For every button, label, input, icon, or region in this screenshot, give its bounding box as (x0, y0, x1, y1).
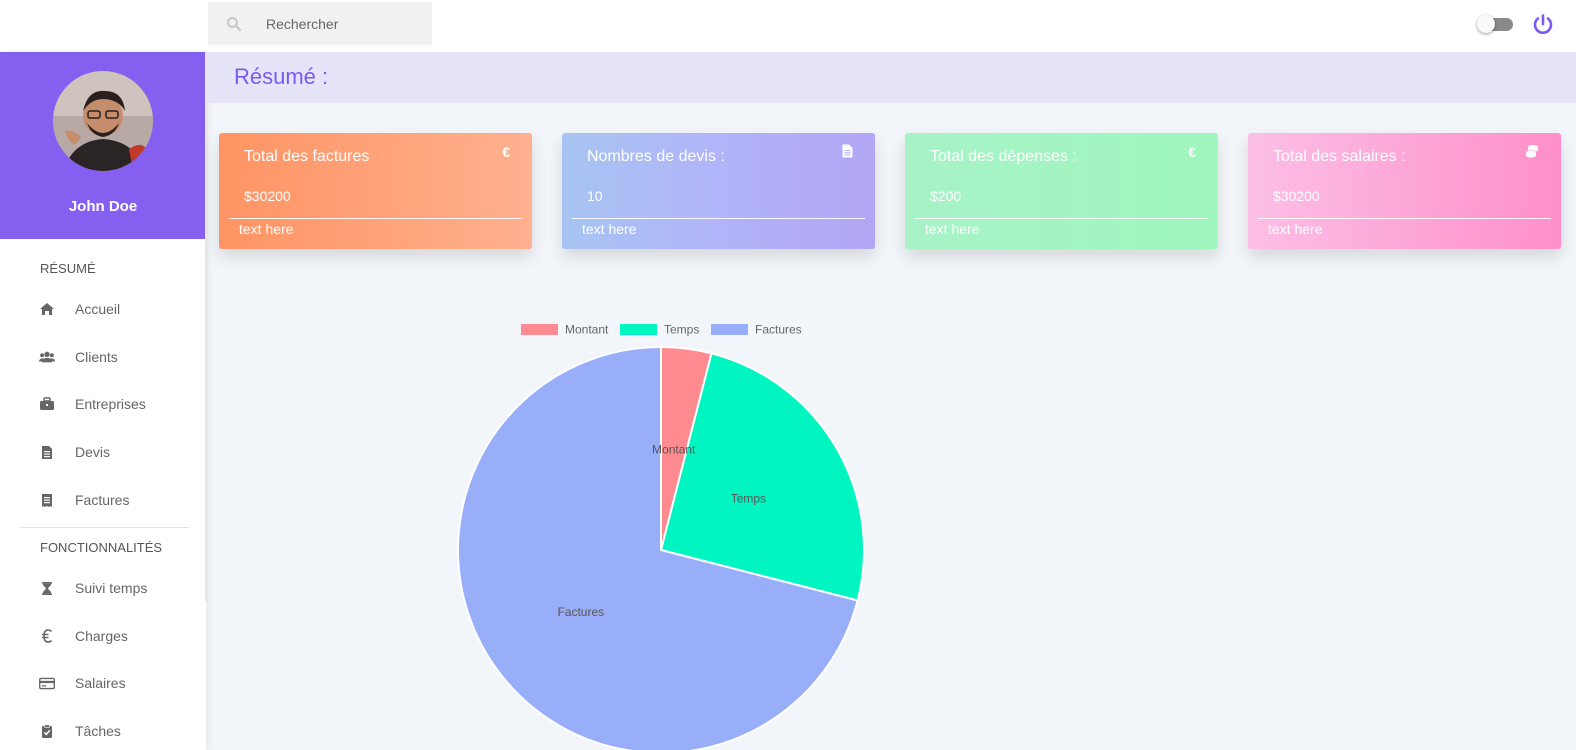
toggle-knob (1477, 15, 1495, 33)
pie-chart-svg: Montant Temps Factures Montant Temps Factures (457, 323, 865, 750)
receipt-icon (39, 492, 55, 508)
document-icon (39, 444, 55, 460)
sidebar-item-taches[interactable]: Tâches (0, 711, 206, 750)
euro-icon: € (1188, 144, 1196, 160)
sidebar-item-label: Charges (75, 628, 128, 644)
search-input[interactable] (266, 15, 416, 32)
briefcase-icon (39, 396, 55, 412)
card-value: $200 (930, 188, 962, 204)
sidebar-item-label: Tâches (75, 723, 121, 739)
sidebar-item-label: Entreprises (75, 396, 146, 412)
sidebar-item-devis[interactable]: Devis (0, 432, 206, 472)
top-bar (0, 0, 1576, 52)
slice-label-factures: Factures (557, 605, 604, 619)
card-footer: text here (239, 221, 294, 237)
card-total-depenses[interactable]: Total des dépenses : € $200 text here (905, 133, 1218, 249)
search-box[interactable] (208, 2, 432, 45)
card-footer: text here (1268, 221, 1323, 237)
card-title: Total des salaires : (1273, 148, 1406, 165)
search-icon (226, 16, 242, 32)
hourglass-icon (39, 580, 55, 596)
card-footer: text here (582, 221, 637, 237)
sidebar-item-salaires[interactable]: Salaires (0, 663, 206, 703)
slice-label-temps: Temps (731, 491, 766, 505)
slice-label-montant: Montant (652, 442, 696, 456)
sidebar-item-label: Clients (75, 349, 118, 365)
credit-card-icon (39, 675, 55, 691)
summary-header: Résumé : (206, 52, 1576, 103)
sidebar-item-accueil[interactable]: Accueil (0, 289, 206, 329)
sidebar-divider (20, 527, 189, 528)
section-fonctionnalites-title: FONCTIONNALITÉS (40, 540, 163, 555)
euro-icon: € (502, 144, 510, 160)
card-divider (915, 218, 1208, 219)
user-name: John Doe (68, 198, 138, 215)
sidebar-item-entreprises[interactable]: Entreprises (0, 384, 206, 424)
theme-toggle[interactable] (1477, 15, 1513, 33)
card-divider (572, 218, 865, 219)
sidebar-item-label: Suivi temps (75, 580, 148, 596)
clipboard-check-icon (39, 723, 55, 739)
legend-label-temps[interactable]: Temps (664, 323, 699, 337)
card-nombre-devis[interactable]: Nombres de devis : 10 text here (562, 133, 875, 249)
card-title: Nombres de devis : (587, 148, 725, 165)
euro-icon (39, 628, 55, 644)
card-divider (229, 218, 522, 219)
card-divider (1258, 218, 1551, 219)
legend-label-factures[interactable]: Factures (755, 323, 802, 337)
sidebar-scrollbar[interactable] (205, 52, 208, 602)
sidebar-item-label: Accueil (75, 301, 121, 317)
card-footer: text here (925, 221, 980, 237)
section-resume-title: RÉSUMÉ (40, 261, 96, 276)
legend-swatch-temps[interactable] (620, 324, 657, 335)
legend-label-montant[interactable]: Montant (565, 323, 609, 337)
card-value: $30200 (1273, 188, 1320, 204)
card-total-factures[interactable]: Total des factures € $30200 text here (219, 133, 532, 249)
card-total-salaires[interactable]: Total des salaires : $30200 text here (1248, 133, 1561, 249)
power-icon[interactable] (1531, 13, 1555, 37)
sidebar-item-label: Devis (75, 444, 111, 460)
page-title: Résumé : (234, 64, 329, 89)
sidebar-item-clients[interactable]: Clients (0, 337, 206, 377)
sidebar-item-label: Salaires (75, 675, 126, 691)
sidebar-item-factures[interactable]: Factures (0, 480, 206, 520)
card-title: Total des factures (244, 148, 370, 165)
card-title: Total des dépenses : (930, 148, 1077, 165)
file-icon (842, 144, 853, 161)
profile-header: John Doe (0, 52, 206, 239)
users-icon (39, 349, 55, 365)
avatar[interactable] (53, 71, 153, 171)
sidebar-item-label: Factures (75, 492, 130, 508)
legend-swatch-factures[interactable] (711, 324, 748, 335)
pie-chart: Montant Temps Factures Montant Temps Factures (440, 316, 880, 750)
card-value: 10 (587, 188, 603, 204)
sidebar-item-suivi-temps[interactable]: Suivi temps (0, 568, 206, 608)
sidebar: John Doe RÉSUMÉ Accueil Clients Entrepri… (0, 52, 208, 750)
coins-icon (1525, 144, 1539, 161)
legend-swatch-montant[interactable] (521, 324, 558, 335)
sidebar-item-charges[interactable]: Charges (0, 616, 206, 656)
card-value: $30200 (244, 188, 291, 204)
home-icon (39, 301, 55, 317)
